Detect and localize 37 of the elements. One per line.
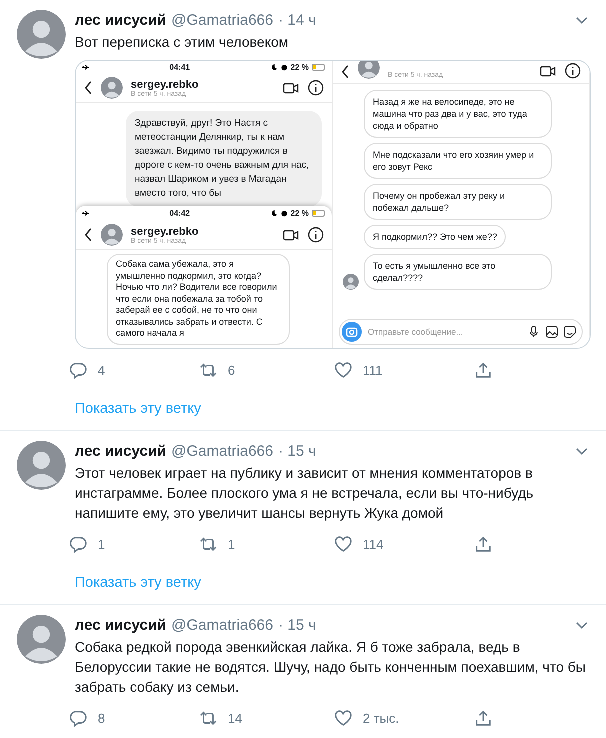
reply-count: 4	[98, 362, 106, 378]
author-name[interactable]: лес иисусий	[75, 616, 167, 634]
battery-percent: 22 %	[290, 209, 309, 218]
author-name[interactable]: лес иисусий	[75, 12, 167, 28]
chat-username: sergey.rebko	[131, 226, 199, 238]
reply-count: 1	[98, 536, 106, 552]
message-bubble: Здравствуй, друг! Это Настя с метеостанции Делянкир, ты к нам заезжал. Видимо ты подружился в дороге с кем-то очень важным для нас, назвал Шариком и увез в Магадан вместо того, что бы	[126, 111, 322, 206]
battery-percent: 22 %	[290, 63, 309, 72]
user-handle[interactable]: @Gamatria666	[172, 442, 274, 460]
tweet-text: Собака редкой порода эвенкийская лайка. Я б тоже забрала, ведь в Белоруссии такие не водятся. Шучу, надо быть конченным поехавшим, что бы забрать собаку из семьи.	[75, 638, 587, 697]
tweet-time[interactable]: · 14 ч	[278, 12, 316, 28]
status-time: 04:42	[170, 209, 190, 218]
tweet-time[interactable]: · 15 ч	[278, 616, 316, 634]
show-thread-link[interactable]: Показать эту ветку	[75, 401, 202, 417]
status-time: 04:41	[170, 63, 190, 72]
message-bubble: Собака сама убежала, это я умышленно подкормил, это когда? Ночью что ли? Водители все говорили что если она побежала за тобой то заберай ее с собой, не то что они отказывались забрать и отвести. С самого начала я	[107, 254, 290, 344]
message-bubble: Я подкормил?? Это чем же??	[364, 225, 506, 249]
retweet-count: 6	[228, 362, 236, 378]
retweet-count: 1	[228, 536, 236, 552]
show-thread-link[interactable]: Показать эту ветку	[75, 575, 202, 591]
chat-username: sergey.rebko	[131, 78, 199, 90]
tweet-time[interactable]: · 15 ч	[278, 442, 316, 460]
tweet-text: Вот переписка с этим человеком	[75, 33, 290, 52]
like-count: 111	[363, 362, 383, 378]
message-bubble: То есть я умышленно все это сделал????	[364, 254, 552, 290]
reply-count: 8	[98, 710, 106, 726]
tweet-text: Этот человек играет на публику и зависит от мнения комментаторов в инстаграмме. Более плоского ума я не встречала, если вы что-нибудь напишите ему, это увеличит шансы вернуть Жука домой	[75, 464, 535, 523]
user-handle[interactable]: @Gamatria666	[172, 616, 274, 634]
like-count: 2 тыс.	[363, 710, 400, 726]
message-bubble: Почему он пробежал эту реку и побежал дальше?	[364, 184, 552, 220]
message-input[interactable]: Отправьте сообщение...	[339, 319, 583, 345]
user-handle[interactable]: @Gamatria666	[172, 12, 274, 28]
retweet-count: 14	[228, 710, 242, 726]
author-name[interactable]: лес иисусий	[75, 442, 167, 460]
like-count: 114	[363, 536, 384, 552]
message-bubble: Назад я же на велосипеде, это не машина что раз два и у вас, это туда сюда и обратно	[364, 90, 552, 138]
message-bubble: Мне подсказали что его хозяин умер и его зовут Рекс	[364, 143, 552, 179]
